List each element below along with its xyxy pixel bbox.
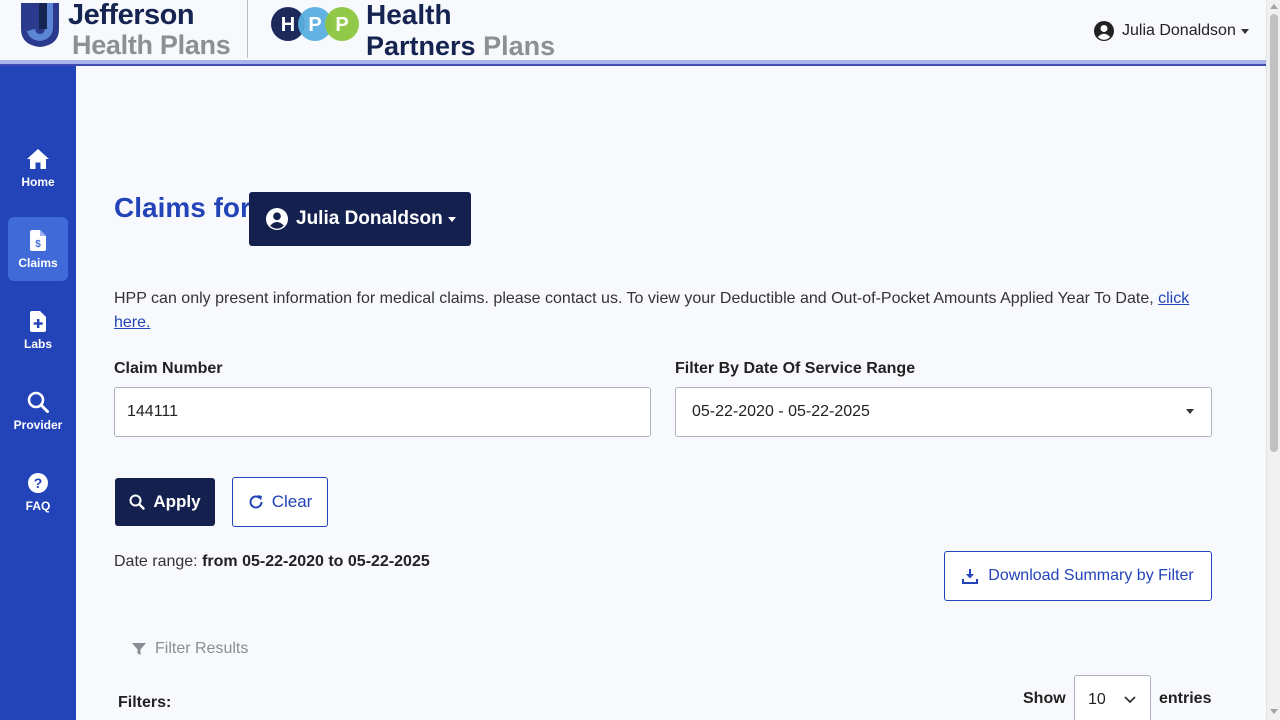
hpp-wordmark-line2: Partners Plans: [366, 31, 555, 61]
info-message: HPP can only present information for med…: [114, 290, 1154, 307]
question-icon: ?: [28, 473, 48, 493]
info-text: HPP can only present information for med…: [114, 287, 1210, 335]
search-icon: [27, 391, 49, 413]
date-range-select[interactable]: 05-22-2020 - 05-22-2025: [675, 387, 1212, 437]
claim-number-input[interactable]: [114, 387, 651, 437]
date-range-value: from 05-22-2020 to 05-22-2025: [202, 553, 430, 570]
member-select-label: Julia Donaldson: [296, 208, 443, 229]
chevron-down-icon: [1186, 409, 1194, 414]
show-label: Show: [1023, 690, 1066, 707]
labs-icon: [30, 310, 46, 332]
download-summary-label: Download Summary by Filter: [988, 567, 1194, 584]
jefferson-wordmark-line1: Jefferson: [68, 0, 195, 31]
scroll-down-arrow-icon[interactable]: [1270, 709, 1278, 714]
filters-label: Filters:: [118, 694, 172, 711]
chevron-down-icon: [1240, 28, 1249, 34]
header-divider: [0, 60, 1266, 66]
hpp-wordmark-partners: Partners: [366, 31, 476, 61]
scroll-up-arrow-icon[interactable]: [1270, 4, 1278, 9]
user-avatar-icon: [266, 208, 288, 230]
hpp-letter-p1: P: [308, 14, 321, 36]
hpp-wordmark-line1: Health: [366, 0, 452, 30]
sidebar-item-label: Labs: [23, 337, 52, 351]
jefferson-logo-icon: [21, 3, 59, 47]
hpp-logo-icon: H P P: [271, 7, 359, 41]
svg-text:?: ?: [34, 475, 43, 491]
sidebar-item-label: Provider: [13, 418, 63, 432]
sidebar-item-label: Home: [21, 175, 55, 189]
download-icon: [962, 569, 979, 584]
chevron-down-icon: [1124, 696, 1136, 704]
jefferson-wordmark-line2: Health Plans: [72, 30, 231, 60]
claim-number-label: Claim Number: [114, 360, 223, 377]
sidebar-item-claims[interactable]: $ Claims: [8, 217, 68, 281]
clear-button[interactable]: Clear: [232, 477, 328, 527]
date-range-prefix: Date range:: [114, 553, 198, 570]
member-select-button[interactable]: Julia Donaldson: [249, 192, 471, 246]
sidebar-item-faq[interactable]: ? FAQ: [8, 460, 68, 524]
apply-button[interactable]: Apply: [115, 478, 215, 526]
filter-results-label: Filter Results: [155, 640, 249, 657]
user-menu-dropdown[interactable]: Julia Donaldson: [1094, 21, 1249, 41]
claims-icon: $: [30, 229, 46, 251]
top-header: Jefferson Health Plans H P P Health Part…: [0, 0, 1266, 62]
filter-results-toggle[interactable]: Filter Results: [131, 640, 248, 658]
sidebar-item-label: FAQ: [25, 499, 51, 513]
hpp-letter-h: H: [281, 14, 295, 36]
refresh-icon: [249, 495, 263, 509]
user-menu-name: Julia Donaldson: [1122, 22, 1236, 39]
page-scrollbar[interactable]: [1266, 0, 1280, 720]
hpp-wordmark-plans: Plans: [483, 31, 556, 61]
scrollbar-thumb[interactable]: [1270, 14, 1278, 452]
apply-button-label: Apply: [153, 492, 201, 511]
search-icon: [129, 494, 146, 510]
logo-divider: [247, 0, 248, 58]
sidebar-item-provider[interactable]: Provider: [8, 379, 68, 443]
chevron-down-icon: [447, 216, 456, 222]
date-range-select-value: 05-22-2020 - 05-22-2025: [692, 403, 870, 420]
entries-label: entries: [1159, 690, 1212, 707]
svg-text:$: $: [35, 239, 41, 250]
sidebar-nav: Home $ Claims Labs Provider ? FAQ: [0, 66, 76, 720]
filter-icon: [132, 643, 146, 655]
clear-button-label: Clear: [271, 492, 313, 511]
sidebar-item-label: Claims: [18, 256, 58, 270]
sidebar-item-home[interactable]: Home: [8, 136, 68, 200]
home-icon: [27, 149, 49, 169]
hpp-letter-p2: P: [335, 14, 348, 36]
entries-select-value: 10: [1088, 691, 1106, 708]
user-avatar-icon: [1094, 21, 1114, 41]
entries-per-page-select[interactable]: 10: [1074, 675, 1151, 720]
date-filter-label: Filter By Date Of Service Range: [675, 360, 916, 377]
sidebar-item-labs[interactable]: Labs: [8, 298, 68, 362]
date-range-summary: Date range: from 05-22-2020 to 05-22-202…: [114, 553, 430, 571]
page-title: Claims for: [114, 192, 251, 223]
download-summary-button[interactable]: Download Summary by Filter: [944, 551, 1212, 601]
